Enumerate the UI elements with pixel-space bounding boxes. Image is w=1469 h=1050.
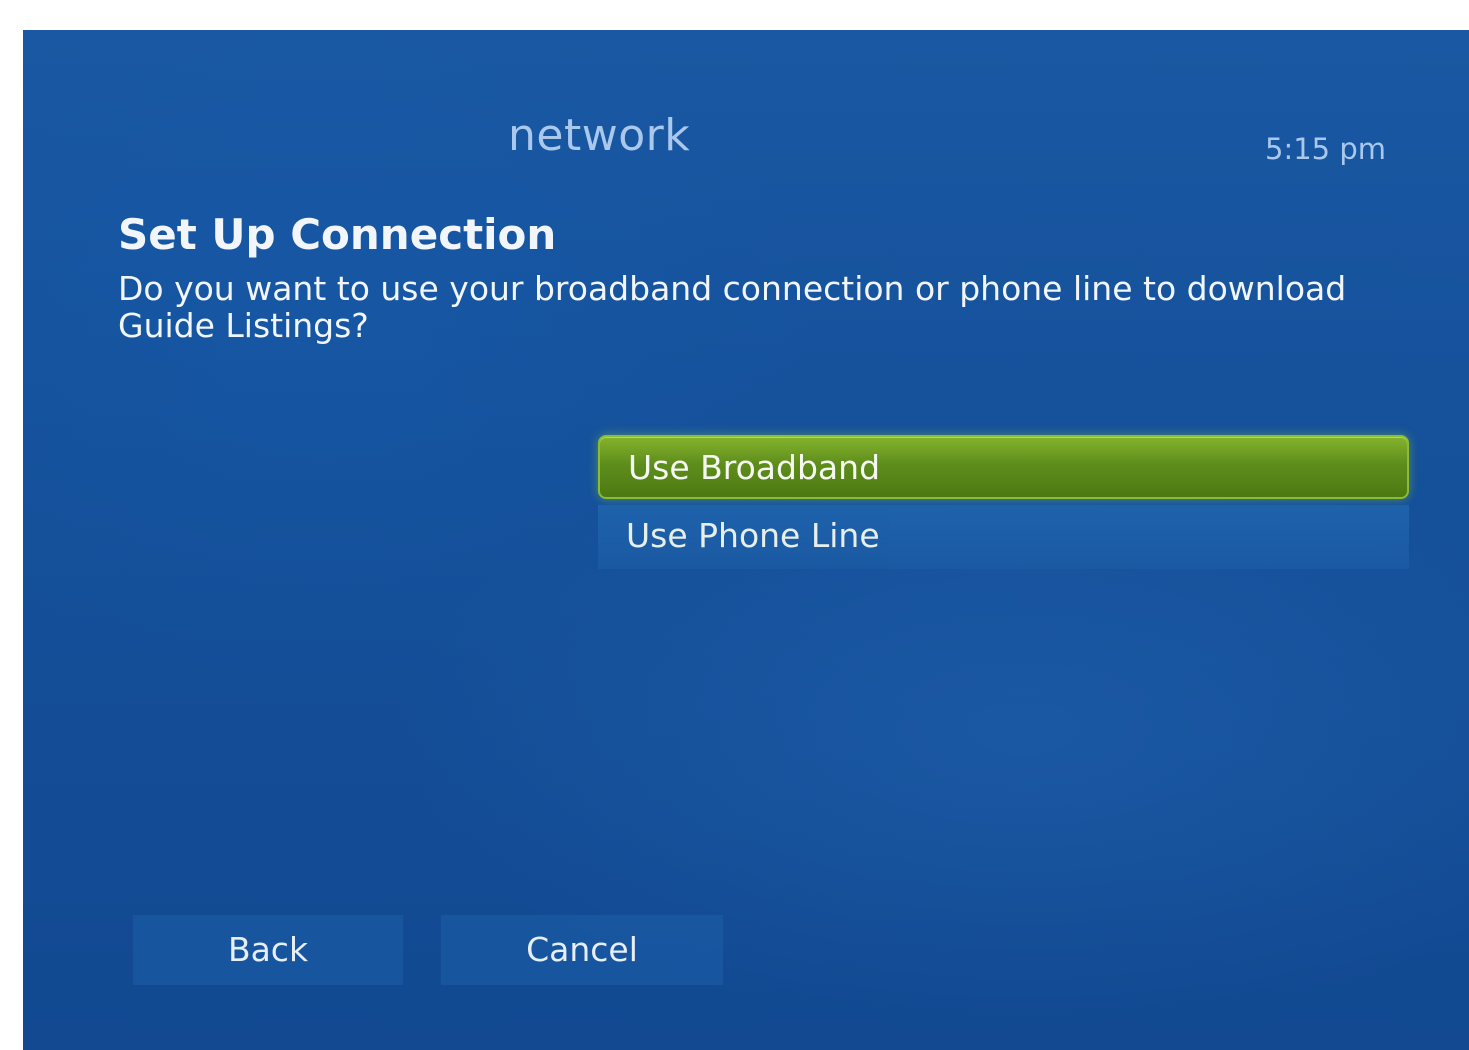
use-phone-line-label: Use Phone Line — [626, 516, 880, 555]
use-broadband-label: Use Broadband — [628, 448, 881, 487]
back-button[interactable]: Back — [133, 915, 403, 985]
clock: 5:15 pm — [1265, 132, 1386, 166]
cancel-button-label: Cancel — [526, 930, 638, 969]
use-phone-line-option[interactable]: Use Phone Line — [598, 505, 1409, 569]
use-broadband-option[interactable]: Use Broadband — [598, 435, 1409, 499]
media-center-screen: network 5:15 pm Set Up Connection Do you… — [23, 30, 1469, 1050]
back-button-label: Back — [227, 930, 309, 969]
page-title: Set Up Connection — [118, 210, 557, 259]
question-text: Do you want to use your broadband connec… — [118, 269, 1347, 345]
cancel-button[interactable]: Cancel — [441, 915, 723, 985]
section-title: network — [508, 110, 691, 161]
